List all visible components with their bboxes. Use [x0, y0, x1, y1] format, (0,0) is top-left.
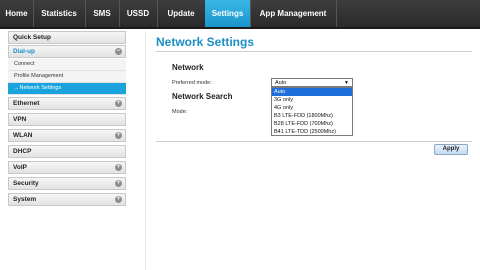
sidebar-item-ethernet[interactable]: Ethernet +: [8, 97, 126, 110]
sidebar-divider: [145, 31, 146, 270]
expand-icon[interactable]: +: [115, 180, 122, 187]
sidebar-item-wlan[interactable]: WLAN +: [8, 129, 126, 142]
sidebar-item-label: Security: [13, 180, 39, 187]
dropdown-option-b41[interactable]: B41 LTE-TDD (2500Mhz): [272, 128, 352, 136]
sidebar-item-label: Quick Setup: [13, 34, 51, 41]
mode-label: Mode:: [172, 109, 188, 115]
top-nav-bar: Home Statistics SMS USSD Update Settings…: [0, 0, 480, 29]
sidebar-item-vpn[interactable]: VPN: [8, 113, 126, 126]
sidebar-subitem-connect[interactable]: Connect: [8, 59, 126, 71]
title-divider: [156, 51, 472, 52]
preferred-mode-label: Preferred mode:: [172, 80, 212, 86]
sidebar-item-security[interactable]: Security +: [8, 177, 126, 190]
tab-statistics[interactable]: Statistics: [33, 0, 86, 27]
preferred-mode-select[interactable]: Auto ▼: [271, 78, 353, 87]
dropdown-option-4g-only[interactable]: 4G only: [272, 104, 352, 112]
sidebar-item-voip[interactable]: VoIP +: [8, 161, 126, 174]
tab-settings[interactable]: Settings: [205, 0, 251, 27]
dropdown-option-3g-only[interactable]: 3G only: [272, 96, 352, 104]
preferred-mode-dropdown-list: Auto 3G only 4G only B3 LTE-FDD (1800Mhz…: [271, 87, 353, 136]
form-footer-divider: [156, 141, 472, 142]
tab-update[interactable]: Update: [157, 0, 206, 27]
dropdown-option-b3[interactable]: B3 LTE-FDD (1800Mhz): [272, 112, 352, 120]
sidebar-item-label: Ethernet: [13, 100, 40, 107]
sidebar-item-dial-up[interactable]: Dial-up −: [8, 45, 126, 58]
dropdown-arrow-icon[interactable]: ▼: [344, 79, 349, 87]
sidebar-item-label: DHCP: [13, 148, 32, 155]
expand-icon[interactable]: +: [115, 196, 122, 203]
sidebar-subitem-network-settings[interactable]: →Network Settings: [8, 83, 126, 95]
sidebar-item-label: Dial-up: [13, 48, 36, 55]
sidebar-item-label: WLAN: [13, 132, 33, 139]
sidebar-item-label: VoIP: [13, 164, 27, 171]
sidebar-item-dhcp[interactable]: DHCP: [8, 145, 126, 158]
tab-ussd[interactable]: USSD: [119, 0, 158, 27]
sidebar-item-quick-setup[interactable]: Quick Setup: [8, 31, 126, 44]
sidebar-subitem-profile-management[interactable]: Profile Management: [8, 71, 126, 83]
collapse-icon[interactable]: −: [115, 48, 122, 55]
network-heading: Network: [172, 63, 204, 72]
sidebar-item-system[interactable]: System +: [8, 193, 126, 206]
sidebar-item-label: VPN: [13, 116, 27, 123]
tab-app-management[interactable]: App Management: [250, 0, 337, 27]
preferred-mode-value: Auto: [275, 80, 287, 86]
apply-button[interactable]: Apply: [434, 144, 468, 155]
network-search-heading: Network Search: [172, 92, 233, 101]
tab-home[interactable]: Home: [0, 0, 34, 27]
expand-icon[interactable]: +: [115, 164, 122, 171]
page-title: Network Settings: [156, 35, 255, 49]
expand-icon[interactable]: +: [115, 100, 122, 107]
sidebar-item-label: System: [13, 196, 37, 203]
dropdown-option-auto[interactable]: Auto: [272, 88, 352, 96]
expand-icon[interactable]: +: [115, 132, 122, 139]
dropdown-option-b28[interactable]: B28 LTE-FDD (700Mhz): [272, 120, 352, 128]
tab-sms[interactable]: SMS: [85, 0, 120, 27]
